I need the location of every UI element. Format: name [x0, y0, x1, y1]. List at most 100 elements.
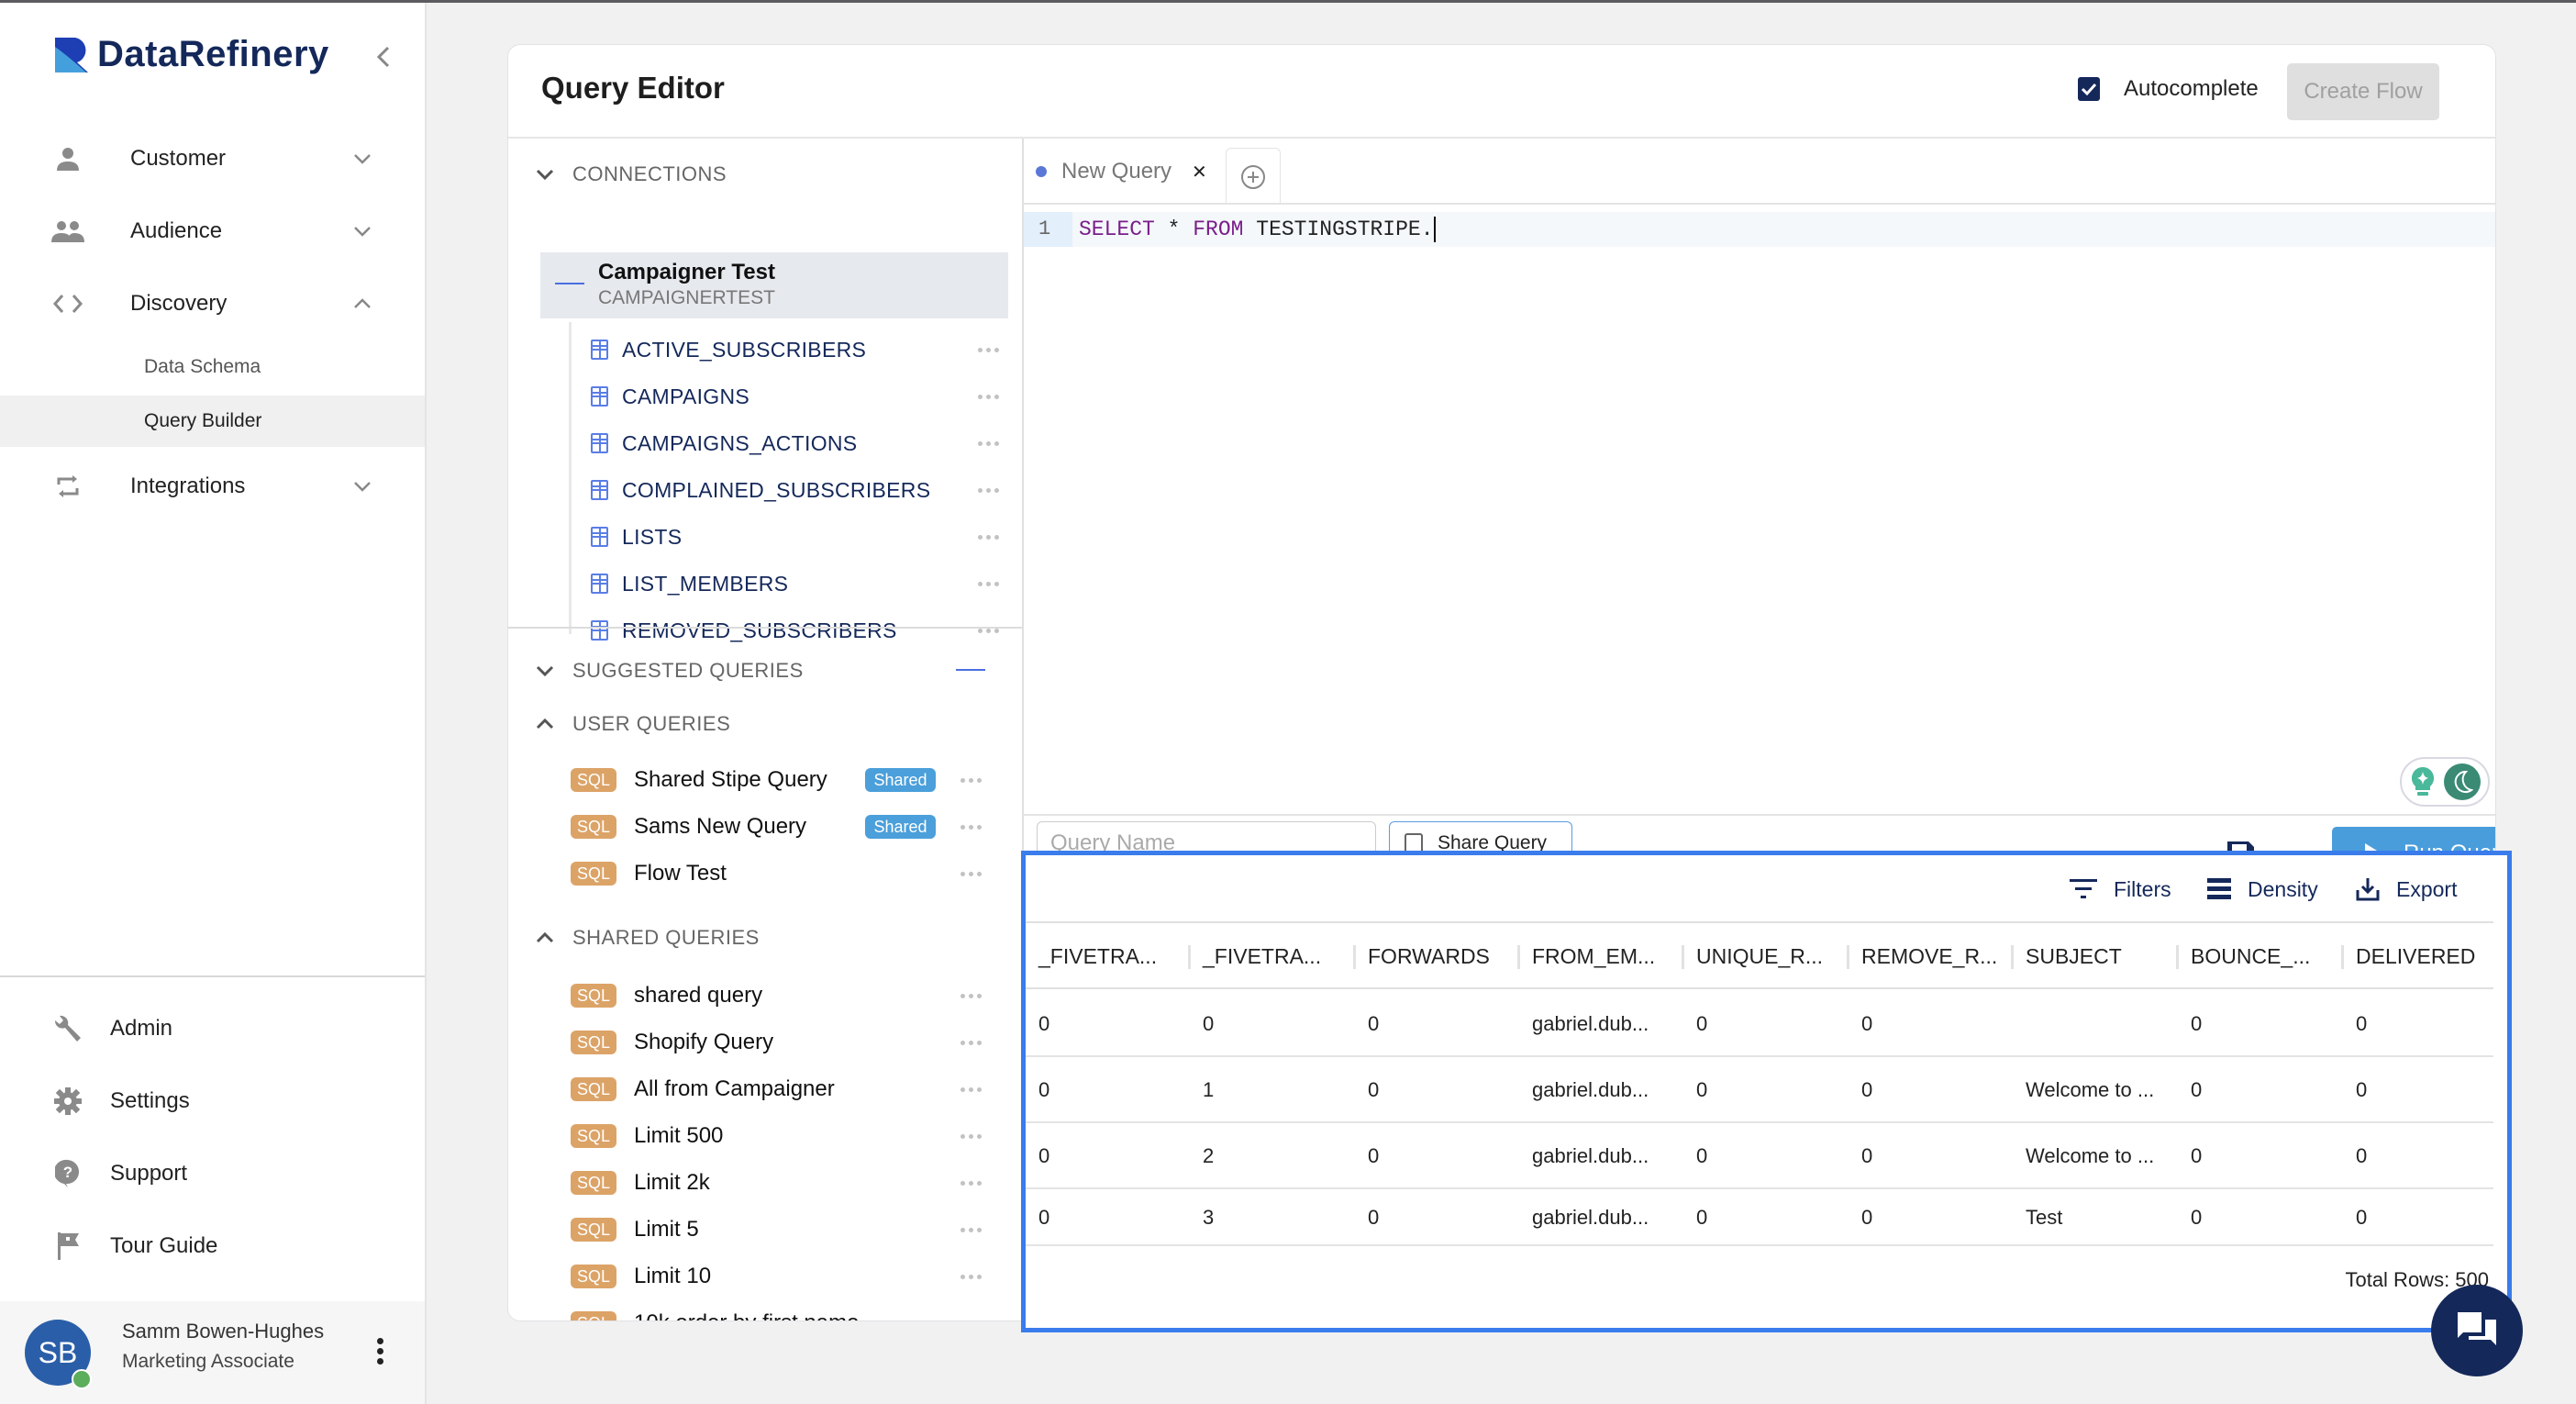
sidebar-item-support[interactable]: ? Support — [0, 1142, 425, 1206]
create-flow-button[interactable]: Create Flow — [2287, 63, 2439, 120]
table-name: LISTS — [622, 524, 683, 549]
add-tab-button[interactable] — [1226, 148, 1281, 205]
column-header[interactable]: _FIVETRA... — [1203, 923, 1321, 989]
shared-query-item[interactable]: SQL Limit 2k — [571, 1164, 993, 1201]
sidebar-item-discovery[interactable]: Discovery — [0, 272, 425, 336]
shared-query-item[interactable]: SQL Shopify Query — [571, 1024, 993, 1061]
density-button[interactable]: Density — [2207, 874, 2318, 905]
sidebar-item-admin[interactable]: Admin — [0, 997, 425, 1061]
close-tab-icon[interactable]: ✕ — [1192, 161, 1207, 184]
user-query-item[interactable]: SQL Flow Test — [571, 855, 993, 892]
ai-lightbulb-icon[interactable] — [2410, 765, 2436, 798]
user-query-item[interactable]: SQL Sams New Query Shared — [571, 808, 993, 845]
more-options-icon[interactable] — [960, 1086, 982, 1092]
more-options-icon[interactable] — [960, 824, 982, 830]
query-name: Sams New Query — [634, 814, 807, 839]
sidebar-item-integrations[interactable]: Integrations — [0, 454, 425, 518]
tab-new-query[interactable]: New Query ✕ — [1024, 139, 1226, 205]
user-query-item[interactable]: SQL Shared Stipe Query Shared — [571, 762, 993, 798]
more-options-icon[interactable] — [978, 581, 999, 586]
user-menu-button[interactable] — [371, 1334, 389, 1371]
sidebar-item-tour-guide[interactable]: Tour Guide — [0, 1214, 425, 1278]
column-resize-handle[interactable] — [2341, 945, 2344, 969]
connection-item[interactable]: Campaigner Test CAMPAIGNERTEST — [540, 252, 1008, 318]
sidebar-item-label: Support — [110, 1161, 188, 1186]
column-header[interactable]: FROM_EM... — [1532, 923, 1655, 989]
column-resize-handle[interactable] — [2176, 945, 2179, 969]
shared-query-item[interactable]: SQL 10k order by first name — [571, 1305, 993, 1322]
connections-section-toggle[interactable]: CONNECTIONS — [534, 161, 727, 188]
column-resize-handle[interactable] — [1517, 945, 1520, 969]
table-item[interactable]: CAMPAIGNS_ACTIONS — [591, 425, 999, 462]
autocomplete-checkbox[interactable]: Autocomplete — [2078, 76, 2259, 102]
code-line[interactable]: 1 SELECT * FROM TESTINGSTRIPE. — [1024, 212, 2495, 247]
code-text[interactable]: SELECT * FROM TESTINGSTRIPE. — [1079, 212, 1436, 247]
table-item[interactable]: ACTIVE_SUBSCRIBERS — [591, 331, 999, 368]
table-item[interactable]: COMPLAINED_SUBSCRIBERS — [591, 472, 999, 508]
table-item[interactable]: LISTS — [591, 518, 999, 555]
suggested-queries-toggle[interactable]: SUGGESTED QUERIES — [534, 657, 804, 685]
more-options-icon[interactable] — [978, 440, 999, 446]
export-button[interactable]: Export — [2356, 874, 2457, 905]
more-options-icon[interactable] — [978, 628, 999, 633]
table-row[interactable]: 0 0 0 gabriel.dub... 0 0 0 0 — [1026, 991, 2493, 1057]
more-options-icon[interactable] — [960, 777, 982, 783]
more-options-icon[interactable] — [960, 1274, 982, 1279]
shared-query-item[interactable]: SQL All from Campaigner — [571, 1071, 993, 1108]
column-resize-handle[interactable] — [1682, 945, 1684, 969]
more-options-icon[interactable] — [978, 534, 999, 540]
filter-icon — [2070, 879, 2097, 898]
chevron-down-icon — [536, 665, 554, 677]
shared-queries-toggle[interactable]: SHARED QUERIES — [534, 924, 760, 952]
more-options-icon[interactable] — [960, 1040, 982, 1045]
dark-mode-toggle[interactable] — [2443, 763, 2481, 800]
sidebar-item-label: Integrations — [130, 474, 246, 498]
sidebar-item-customer[interactable]: Customer — [0, 127, 425, 191]
column-header[interactable]: SUBJECT — [2026, 923, 2122, 989]
chat-support-button[interactable] — [2431, 1285, 2523, 1376]
more-options-icon[interactable] — [960, 993, 982, 998]
collapse-sidebar-button[interactable] — [374, 41, 393, 77]
column-header[interactable]: FORWARDS — [1368, 923, 1490, 989]
table-cell: 0 — [2191, 1012, 2203, 1035]
table-item[interactable]: LIST_MEMBERS — [591, 565, 999, 602]
column-resize-handle[interactable] — [1847, 945, 1849, 969]
table-row[interactable]: 0 3 0 gabriel.dub... 0 0 Test 0 0 — [1026, 1189, 2493, 1246]
column-header[interactable]: UNIQUE_R... — [1696, 923, 1823, 989]
user-profile[interactable]: SB Samm Bowen-Hughes Marketing Associate — [0, 1301, 425, 1404]
column-resize-handle[interactable] — [1353, 945, 1356, 969]
more-options-icon[interactable] — [978, 347, 999, 352]
table-item[interactable]: REMOVED_SUBSCRIBERS — [591, 612, 999, 649]
sidebar-subitem-data-schema[interactable]: Data Schema — [0, 341, 425, 393]
filters-button[interactable]: Filters — [2070, 874, 2171, 905]
shared-query-item[interactable]: SQL shared query — [571, 977, 993, 1014]
table-row[interactable]: 0 1 0 gabriel.dub... 0 0 Welcome to ... 0 0 — [1026, 1057, 2493, 1123]
user-queries-toggle[interactable]: USER QUERIES — [534, 710, 730, 738]
shared-query-item[interactable]: SQL Limit 500 — [571, 1118, 993, 1154]
shared-query-item[interactable]: SQL Limit 5 — [571, 1211, 993, 1248]
column-resize-handle[interactable] — [2011, 945, 2014, 969]
more-options-icon[interactable] — [960, 1133, 982, 1139]
more-options-icon[interactable] — [978, 394, 999, 399]
table-cell: 0 — [1861, 1078, 1873, 1101]
table-row[interactable]: 0 2 0 gabriel.dub... 0 0 Welcome to ... 0 0 — [1026, 1123, 2493, 1189]
sql-text: TESTINGSTRIPE. — [1243, 217, 1434, 241]
more-options-icon[interactable] — [960, 1180, 982, 1186]
column-header[interactable]: BOUNCE_... — [2191, 923, 2310, 989]
sidebar-subitem-query-builder[interactable]: Query Builder — [0, 396, 425, 447]
more-options-icon[interactable] — [978, 487, 999, 493]
shared-query-item[interactable]: SQL Limit 10 — [571, 1258, 993, 1295]
column-header[interactable]: REMOVE_R... — [1861, 923, 1997, 989]
brand-logo[interactable]: DataRefinery — [55, 34, 329, 75]
table-cell: 2 — [1203, 1144, 1215, 1167]
table-item[interactable]: CAMPAIGNS — [591, 378, 999, 415]
more-options-icon[interactable] — [960, 1227, 982, 1232]
column-header[interactable]: _FIVETRA... — [1038, 923, 1157, 989]
sidebar-item-settings[interactable]: Settings — [0, 1069, 425, 1133]
more-options-icon[interactable] — [960, 1321, 982, 1322]
panel-divider — [508, 627, 1022, 629]
column-resize-handle[interactable] — [1188, 945, 1191, 969]
more-options-icon[interactable] — [960, 871, 982, 876]
sidebar-item-audience[interactable]: Audience — [0, 199, 425, 263]
column-header[interactable]: DELIVERED — [2356, 923, 2475, 989]
